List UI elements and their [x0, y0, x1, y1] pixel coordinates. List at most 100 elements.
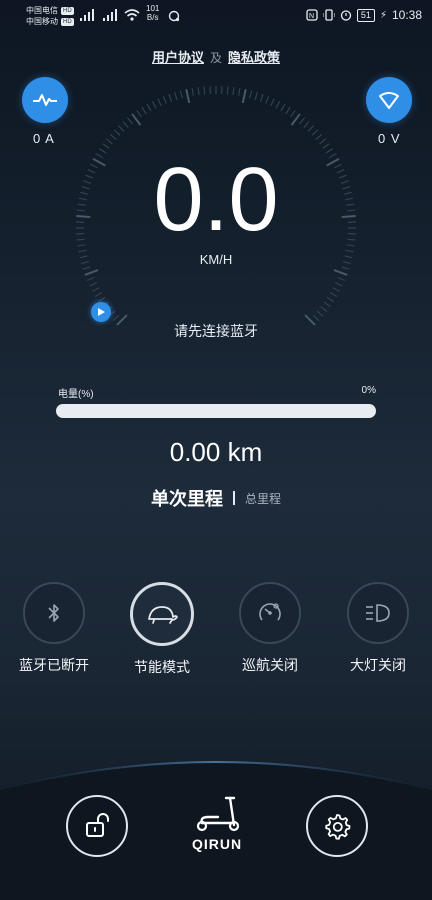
cruise-toggle[interactable]: 巡航关闭: [230, 582, 310, 675]
gauge-tick: [290, 113, 301, 126]
gauge-tick: [332, 287, 341, 292]
cruise-button-ring[interactable]: [239, 582, 301, 644]
carrier-2-name: 中国移动: [26, 17, 58, 26]
gauge-tick: [280, 103, 286, 112]
brand-logo: QIRUN: [186, 795, 248, 852]
scooter-icon: [196, 796, 240, 832]
gauge-tick: [122, 121, 129, 128]
gauge-tick: [335, 282, 343, 287]
lock-button[interactable]: [66, 795, 128, 857]
gauge-tick: [237, 87, 241, 97]
alarm-icon: [340, 10, 352, 21]
gauge-tick: [141, 106, 147, 115]
gauge-tick: [311, 129, 319, 136]
gauge-tick: [285, 106, 291, 115]
gauge-tick: [89, 282, 97, 287]
eco-mode-toggle[interactable]: 节能模式: [122, 582, 202, 677]
gauge-tick: [191, 87, 195, 97]
tab-single-trip[interactable]: 单次里程: [151, 485, 223, 511]
gauge-tick: [333, 269, 348, 276]
gauge-tick: [316, 310, 324, 317]
carrier-1-hd-badge: HD: [61, 6, 74, 15]
gauge-tick: [113, 129, 121, 136]
tab-total-mileage[interactable]: 总里程: [245, 490, 281, 507]
gauge-tick: [86, 276, 95, 282]
net-speed-value: 101: [146, 4, 160, 13]
net-speed-unit: B/s: [146, 13, 159, 22]
gauge-tick: [94, 292, 103, 298]
battery-indicator: 51: [356, 8, 375, 22]
gauge-tick: [84, 269, 99, 276]
current-button[interactable]: [22, 77, 68, 123]
gear-icon: [325, 814, 351, 840]
carrier-2-hd-badge: HD: [61, 17, 74, 26]
user-agreement-link[interactable]: 用户协议: [152, 50, 204, 65]
gauge-tick: [105, 138, 114, 145]
gauge-tick: [275, 100, 281, 109]
gauge-tick: [241, 88, 247, 104]
gauge-tick: [337, 276, 346, 282]
headlight-label: 大灯关闭: [350, 657, 406, 673]
eco-mode-label: 节能模式: [134, 659, 190, 675]
turtle-icon: [148, 606, 178, 624]
gauge-tick: [341, 266, 350, 270]
brand-name: QIRUN: [191, 836, 243, 852]
status-bar: 中国电信 HD 中国移动 HD 101 B/s N 51 ⚡ 10:38: [0, 0, 432, 34]
speed-value: 0.0: [153, 150, 279, 250]
gauge-tick: [322, 143, 330, 149]
gauge-tick: [248, 90, 253, 99]
mileage-tabs: 单次里程 总里程: [0, 485, 432, 511]
gauge-tick: [91, 287, 100, 292]
bluetooth-icon: [48, 604, 59, 622]
sync-icon: [168, 10, 180, 22]
carrier-info: 中国电信 HD 中国移动 HD: [26, 5, 74, 27]
gauge-tick: [307, 125, 315, 132]
gauge-tick: [203, 86, 206, 95]
bluetooth-hint: 请先连接蓝牙: [174, 323, 258, 339]
eco-mode-button-ring[interactable]: [130, 582, 194, 646]
headlight-icon: [366, 604, 390, 622]
headlight-button-ring[interactable]: [347, 582, 409, 644]
svg-text:N: N: [309, 13, 314, 20]
gauge-tick: [131, 113, 142, 126]
battery-percent: 0%: [361, 385, 376, 396]
gauge-tick: [82, 266, 91, 270]
gauge-tick: [162, 96, 167, 104]
gauge-tick: [126, 117, 133, 125]
gauge-tick: [270, 98, 275, 107]
gauge-tick: [265, 96, 270, 104]
gauge-tick: [323, 301, 331, 308]
gauge-tick: [157, 98, 162, 107]
bluetooth-toggle[interactable]: 蓝牙已断开: [14, 582, 94, 675]
status-icons: N 51 ⚡ 10:38: [306, 8, 422, 22]
gauge-tick: [312, 314, 320, 322]
signal-icon: [103, 9, 117, 21]
privacy-policy-link[interactable]: 隐私政策: [228, 50, 280, 65]
gauge-tick: [254, 92, 258, 101]
play-indicator[interactable]: [91, 302, 111, 322]
policy-links: 用户协议及隐私政策: [0, 47, 432, 66]
gauge-tick: [117, 125, 125, 132]
gauge-tick: [168, 93, 173, 102]
and-text: 及: [209, 51, 222, 65]
gauge-tick: [318, 138, 327, 145]
carrier-1-name: 中国电信: [26, 6, 58, 15]
mileage-value: 0.00 km: [169, 437, 263, 467]
signal-icon: [80, 9, 94, 21]
bluetooth-button-ring[interactable]: [23, 582, 85, 644]
current-value: 0 A: [33, 131, 55, 146]
gauge-tick: [303, 121, 310, 128]
gauge-tick: [326, 296, 335, 303]
gauge-tick: [232, 87, 235, 96]
bluetooth-label: 蓝牙已断开: [19, 657, 89, 673]
charging-icon: ⚡: [379, 9, 387, 21]
voltage-button[interactable]: [366, 77, 412, 123]
unlock-icon: [86, 813, 109, 837]
drop-down-icon: [379, 92, 399, 109]
gauge-tick: [112, 314, 120, 322]
gauge-tick: [226, 86, 229, 95]
headlight-toggle[interactable]: 大灯关闭: [338, 582, 418, 675]
settings-button[interactable]: [306, 795, 368, 857]
speed-unit: KM/H: [199, 252, 233, 267]
gauge-tick: [102, 143, 110, 149]
